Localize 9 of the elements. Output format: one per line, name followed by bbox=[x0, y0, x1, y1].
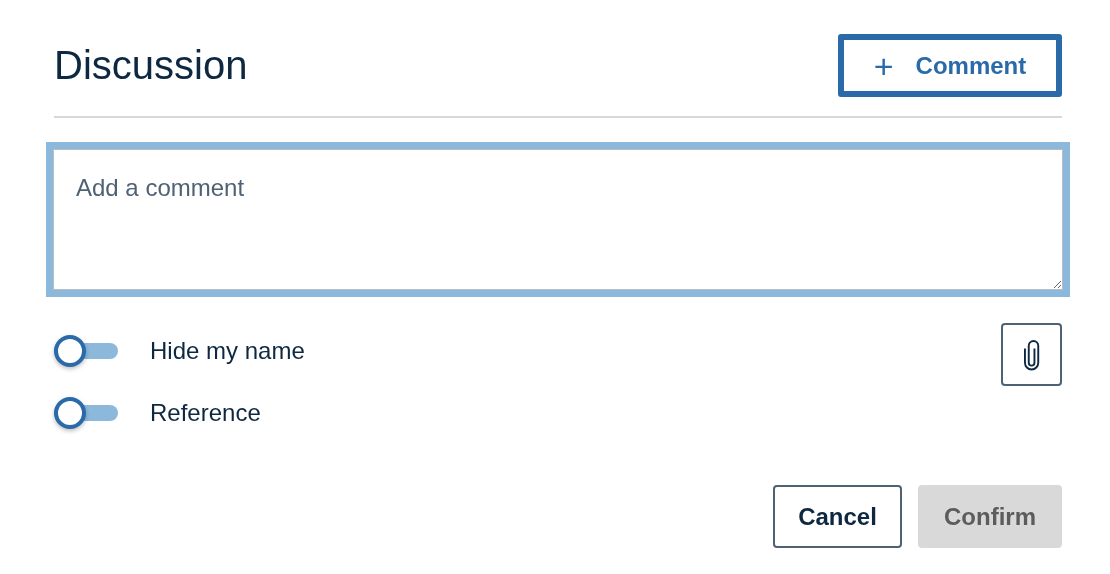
page-title: Discussion bbox=[54, 43, 248, 88]
paperclip-icon bbox=[1023, 338, 1040, 371]
attach-button[interactable] bbox=[1001, 323, 1062, 386]
action-button[interactable]: Cancel bbox=[773, 485, 902, 548]
add-comment-button[interactable]: + Comment bbox=[838, 34, 1062, 97]
comment-field[interactable]: Add a comment bbox=[53, 149, 1063, 290]
toggle-label: Hide my name bbox=[150, 337, 305, 365]
toggle-label: Reference bbox=[150, 399, 261, 427]
plus-icon: + bbox=[873, 48, 894, 83]
